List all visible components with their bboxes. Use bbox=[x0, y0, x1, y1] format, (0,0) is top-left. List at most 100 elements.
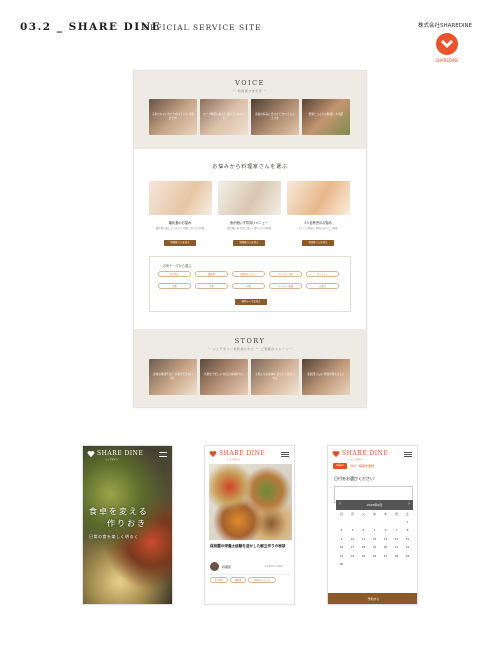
weekday-label: 月 bbox=[351, 512, 354, 516]
view-chefs-button[interactable]: 料理家さんを見る bbox=[164, 240, 196, 246]
calendar-day[interactable]: 27 bbox=[380, 552, 391, 560]
calendar-day[interactable]: 3 bbox=[347, 526, 358, 534]
calendar-day[interactable]: 21 bbox=[391, 543, 402, 551]
calendar-day[interactable]: 8 bbox=[402, 526, 413, 534]
svg-text:SHAREDINE: SHAREDINE bbox=[435, 58, 459, 63]
desktop-mockup: VOICE ー 利用者さまの声 ー 子供たちもパクパク食べてくれ 大満足です! … bbox=[133, 70, 367, 408]
weekday-label: 火 bbox=[362, 512, 365, 516]
view-chefs-button[interactable]: 料理家さんを見る bbox=[233, 240, 265, 246]
article-date: 12/05/21 1000 bbox=[265, 565, 283, 568]
view-chefs-button[interactable]: 料理家さんを見る bbox=[302, 240, 334, 246]
voice-heading: VOICE bbox=[235, 79, 265, 87]
calendar-day[interactable]: 19 bbox=[369, 543, 380, 551]
article-tag[interactable]: 作り置き bbox=[210, 577, 228, 583]
calendar-month: 2018年9月 bbox=[366, 503, 383, 507]
calendar-day bbox=[369, 518, 380, 526]
voice-card[interactable]: スープ料理も喜んで 食べてくれました bbox=[200, 99, 248, 135]
mobile-article-mockup: SHARE DINE シェアダイン 保育園の栄養士経験を活かした献立作りの秘訣 … bbox=[204, 445, 295, 605]
category-image[interactable] bbox=[149, 181, 212, 215]
calendar-day bbox=[336, 518, 347, 526]
theme-tag[interactable]: 中華 bbox=[232, 283, 265, 289]
reserve-button[interactable]: 予約する bbox=[328, 593, 417, 604]
calendar-day[interactable]: 22 bbox=[402, 543, 413, 551]
category-title: 食が細い子供向けメニュー bbox=[229, 221, 269, 225]
calendar-day[interactable]: 11 bbox=[358, 535, 369, 543]
story-card[interactable]: 産後の体調不良で 家事ができない時に bbox=[149, 359, 197, 395]
theme-tag[interactable]: お弁当 bbox=[306, 283, 339, 289]
calendar-day[interactable]: 25 bbox=[358, 552, 369, 560]
hero-line-2: 作りおき bbox=[107, 519, 147, 528]
hero-line-1: 食卓を変える bbox=[89, 507, 149, 516]
calendar-day bbox=[347, 518, 358, 526]
theme-tag[interactable]: 離乳食 bbox=[195, 271, 228, 277]
calendar-day[interactable]: 17 bbox=[347, 543, 358, 551]
voice-card[interactable]: 子供たちもパクパク食べてくれ 大満足です! bbox=[149, 99, 197, 135]
hamburger-menu-icon[interactable] bbox=[281, 452, 289, 457]
theme-tag[interactable]: ダイエット bbox=[306, 271, 339, 277]
voice-card[interactable]: 野菜たっぷりの料理に 大満足 bbox=[302, 99, 350, 135]
logo-heart-icon bbox=[332, 451, 340, 458]
mobile-logo: SHARE DINE bbox=[219, 450, 266, 457]
calendar-day[interactable]: 5 bbox=[369, 526, 380, 534]
calendar-day[interactable]: 14 bbox=[391, 535, 402, 543]
category-image[interactable] bbox=[287, 181, 350, 215]
weekday-label: 金 bbox=[395, 512, 398, 516]
article-tag[interactable]: 子供向けメニュー bbox=[248, 577, 276, 583]
story-subheading: ー シェアダインを利用された ー ご家族のストーリー bbox=[207, 347, 293, 351]
calendar-day[interactable]: 13 bbox=[380, 535, 391, 543]
calendar-day[interactable]: 4 bbox=[358, 526, 369, 534]
calendar-day[interactable]: 28 bbox=[391, 552, 402, 560]
category-title: 離乳食のお悩み bbox=[168, 221, 192, 225]
theme-tag[interactable]: 洋食 bbox=[195, 283, 228, 289]
page-subtitle: OFFICIAL SERVICE SITE bbox=[143, 23, 262, 32]
problem-section-heading: お悩みから料理家さんを選ぶ bbox=[212, 164, 288, 170]
calendar-day[interactable]: 23 bbox=[336, 552, 347, 560]
mobile-logo: SHARE DINE bbox=[342, 450, 389, 457]
calendar-day[interactable]: 7 bbox=[391, 526, 402, 534]
mobile-logo-sub: シェアダイン bbox=[350, 458, 364, 461]
hero-line-3: 日常の食を楽しく明るく bbox=[89, 534, 139, 539]
theme-tag[interactable]: 和食 bbox=[158, 283, 191, 289]
category-description: 食の細いお子様に 楽しく食べられる料理 bbox=[227, 227, 271, 230]
calendar-day[interactable]: 24 bbox=[347, 552, 358, 560]
calendar-weekdays: 日 月 火 水 木 金 土 bbox=[336, 510, 413, 518]
calendar-day[interactable]: 18 bbox=[358, 543, 369, 551]
theme-tag[interactable]: 子供向けメニュー bbox=[232, 271, 265, 277]
calendar-day[interactable]: 2 bbox=[336, 526, 347, 534]
calendar-day[interactable]: 6 bbox=[380, 526, 391, 534]
calendar-day bbox=[358, 560, 369, 568]
calendar-day[interactable]: 16 bbox=[336, 543, 347, 551]
logo-heart-icon bbox=[87, 451, 95, 458]
calendar-day[interactable]: 1 bbox=[402, 518, 413, 526]
theme-tag[interactable]: パーティー料理 bbox=[269, 283, 302, 289]
avatar bbox=[210, 562, 219, 571]
story-card[interactable]: 子供たちの食事を 安心して任せられる bbox=[251, 359, 299, 395]
next-month-icon[interactable]: › bbox=[408, 501, 410, 507]
voice-card[interactable]: 家族の好みに合わせて 作ってもらえます bbox=[251, 99, 299, 135]
theme-tag[interactable]: アレルギー対応 bbox=[269, 271, 302, 277]
step-badge: Step1 bbox=[333, 463, 347, 469]
theme-search-button[interactable]: 検索テーマを見る bbox=[235, 299, 267, 305]
calendar-day[interactable]: 15 bbox=[402, 535, 413, 543]
calendar-day[interactable]: 20 bbox=[380, 543, 391, 551]
hamburger-menu-icon[interactable] bbox=[159, 452, 167, 457]
calendar-day bbox=[358, 518, 369, 526]
weekday-label: 土 bbox=[406, 512, 409, 516]
hamburger-menu-icon[interactable] bbox=[404, 452, 412, 457]
article-tag[interactable]: 離乳食 bbox=[230, 577, 246, 583]
article-food-image[interactable] bbox=[209, 464, 292, 540]
story-card[interactable]: 家族団らんの 時間が増えました bbox=[302, 359, 350, 395]
calendar-day[interactable]: 9 bbox=[336, 535, 347, 543]
story-card[interactable]: 共働きで忙しい 毎日の食事作りに bbox=[200, 359, 248, 395]
category-image[interactable] bbox=[218, 181, 281, 215]
theme-tag[interactable]: 作り置き bbox=[158, 271, 191, 277]
article-title[interactable]: 保育園の栄養士経験を活かした献立作りの秘訣 bbox=[210, 544, 292, 549]
calendar-day[interactable]: 12 bbox=[369, 535, 380, 543]
mobile-calendar-mockup: SHARE DINE シェアダイン Step1 日付・時間を選択 日付をお選びく… bbox=[327, 445, 418, 605]
calendar-day[interactable]: 29 bbox=[402, 552, 413, 560]
calendar-day[interactable]: 10 bbox=[347, 535, 358, 543]
calendar-day bbox=[402, 560, 413, 568]
mobile-hero-mockup: SHARE DINE シェアダイン 食卓を変える 作りおき 日常の食を楽しく明る… bbox=[82, 445, 173, 605]
calendar-day[interactable]: 30 bbox=[336, 560, 347, 568]
calendar-day[interactable]: 26 bbox=[369, 552, 380, 560]
